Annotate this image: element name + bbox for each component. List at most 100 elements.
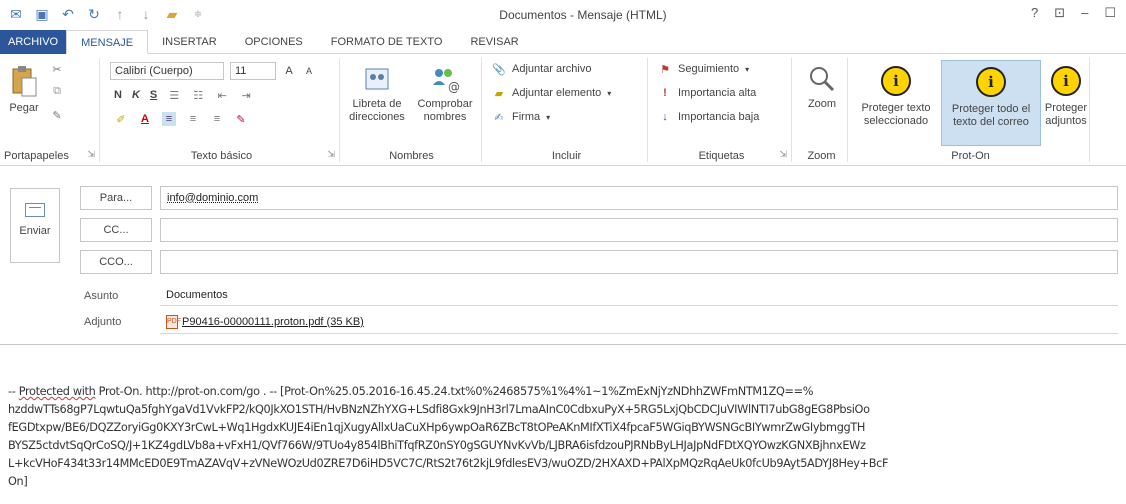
subject-field[interactable]: Documentos [160, 284, 1118, 306]
attach-item-icon: ▰ [494, 87, 504, 100]
address-book-icon [364, 64, 390, 94]
dialog-launcher-icon[interactable]: ⇲ [327, 149, 335, 160]
prot-on-key-icon: ℹ [974, 65, 1008, 99]
bcc-field[interactable] [160, 250, 1118, 274]
tab-formato-de-texto[interactable]: FORMATO DE TEXTO [317, 30, 457, 54]
group-portapapeles: Pegar ✂ ⧉ ✎ Portapapeles ⇲ [0, 58, 100, 162]
to-button[interactable]: Para... [80, 186, 152, 210]
address-book-button[interactable]: Libreta de direcciones [344, 64, 410, 124]
low-importance-button[interactable]: ↓ Importancia baja [658, 110, 759, 124]
group-label-zoom: Zoom [807, 150, 836, 162]
cc-field[interactable] [160, 218, 1118, 242]
attach-item-button[interactable]: ▰ Adjuntar elemento ▾ [492, 86, 612, 100]
signature-label: Firma [512, 111, 541, 123]
paperclip-icon: 📎 [492, 63, 506, 76]
group-label-nombres: Nombres [389, 150, 434, 162]
tab-revisar[interactable]: REVISAR [456, 30, 532, 54]
etiquetas-label: Etiquetas [698, 150, 745, 162]
group-label-texto-basico: Texto básico ⇲ [104, 149, 339, 162]
chevron-down-icon: ▾ [745, 64, 750, 74]
ribbon-display-button[interactable]: ⊡ [1054, 5, 1065, 21]
attachment-field: PDF P90416-00000111.proton.pdf (35 KB) [160, 310, 1118, 334]
exclamation-icon: ! [663, 87, 667, 99]
font-row: Calibri (Cuerpo) 11 A A [110, 62, 316, 80]
align-center-icon[interactable]: ≡ [186, 112, 200, 126]
to-recipient[interactable]: info@dominio.com [167, 192, 258, 204]
font-color-icon[interactable]: A [138, 112, 152, 126]
bcc-button[interactable]: CCO... [80, 250, 152, 274]
format-painter-icon[interactable]: ✎ [50, 108, 64, 122]
maximize-button[interactable]: ☐ [1104, 5, 1116, 21]
signature-icon: ✍ [494, 111, 504, 124]
pdf-icon: PDF [166, 314, 181, 329]
chevron-down-icon: ▾ [546, 112, 551, 122]
shrink-font-icon[interactable]: A [302, 64, 316, 78]
attach-file-button[interactable]: 📎 Adjuntar archivo [492, 62, 591, 76]
signature-button[interactable]: ✍ Firma ▾ [492, 110, 550, 124]
address-book-label: Libreta de direcciones [349, 98, 405, 123]
protect-selected-text-label: Proteger texto seleccionado [861, 102, 931, 127]
ribbon-tabs: ARCHIVO MENSAJE INSERTAR OPCIONES FORMAT… [0, 30, 1126, 54]
cc-button[interactable]: CC... [80, 218, 152, 242]
body-line-3: fEGDtxpw/BE6/DQZZoryiGg0KXY3rCwL+Wq1Hgdx… [8, 421, 866, 434]
italic-button[interactable]: K [132, 89, 140, 101]
tab-archivo[interactable]: ARCHIVO [0, 30, 67, 54]
copy-icon[interactable]: ⧉ [50, 84, 64, 98]
tab-insertar[interactable]: INSERTAR [148, 30, 231, 54]
dialog-launcher-icon[interactable]: ⇲ [779, 149, 787, 160]
protect-all-text-button[interactable]: ℹ Proteger todo el texto del correo [941, 60, 1041, 146]
font-family-select[interactable]: Calibri (Cuerpo) [110, 62, 224, 80]
prot-on-key-icon: ℹ [1049, 64, 1083, 98]
svg-text:@: @ [448, 80, 460, 93]
group-etiquetas: ⚑ Seguimiento ▾ ! Importancia alta ↓ Imp… [652, 58, 792, 162]
flag-icon: ⚑ [660, 63, 670, 76]
message-body[interactable]: -- Protected with Prot-On. http://prot-o… [8, 383, 1120, 491]
group-zoom: Zoom Zoom [796, 58, 848, 162]
to-field[interactable]: info@dominio.com [160, 186, 1118, 210]
window-title: Documentos - Mensaje (HTML) [499, 8, 667, 22]
ribbon: Pegar ✂ ⧉ ✎ Portapapeles ⇲ Calibri (Cuer… [0, 54, 1126, 166]
zoom-button[interactable]: Zoom [800, 64, 844, 111]
compose-header: Enviar Para... info@dominio.com CC... CC… [0, 176, 1126, 338]
protect-attachments-button[interactable]: ℹ Proteger adjuntos [1042, 60, 1090, 128]
underline-button[interactable]: S [150, 89, 157, 101]
minimize-button[interactable]: – [1081, 5, 1088, 21]
clipboard-icon [10, 64, 38, 98]
body-line-1-prefix: -- [8, 385, 19, 398]
zoom-label: Zoom [807, 98, 837, 110]
dialog-launcher-icon[interactable]: ⇲ [87, 149, 95, 160]
grow-font-icon[interactable]: A [282, 64, 296, 78]
align-left-icon[interactable]: ≡ [162, 112, 176, 126]
body-line-5: L+kcVHoF434t33r14MMcED0E9TmAZAVqV+zVNeWO… [8, 457, 889, 470]
clear-format-icon[interactable]: ✎ [234, 112, 248, 126]
attachment-file[interactable]: P90416-00000111.proton.pdf (35 KB) [182, 310, 364, 334]
style-row: N K S ☰ ☷ ⇤ ⇥ [114, 88, 253, 102]
align-right-icon[interactable]: ≡ [210, 112, 224, 126]
font-size-select[interactable]: 11 [230, 62, 276, 80]
down-arrow-icon: ↓ [662, 111, 668, 123]
chevron-down-icon: ▾ [607, 88, 612, 98]
bold-button[interactable]: N [114, 89, 122, 101]
follow-up-button[interactable]: ⚑ Seguimiento ▾ [658, 62, 749, 76]
attach-item-label: Adjuntar elemento [512, 87, 602, 99]
body-line-4: BYSZ5ctdvtSqQrCoSQ/J+1KZ4gdLVb8a+vFxH1/Q… [8, 439, 866, 452]
cut-icon[interactable]: ✂ [50, 62, 64, 76]
protect-selected-text-button[interactable]: ℹ Proteger texto seleccionado [852, 60, 940, 128]
tab-mensaje[interactable]: MENSAJE [66, 30, 149, 54]
increase-indent-icon[interactable]: ⇥ [239, 88, 253, 102]
highlight-icon[interactable]: ✐ [114, 112, 128, 126]
body-divider [0, 344, 1126, 345]
high-importance-button[interactable]: ! Importancia alta [658, 86, 756, 100]
check-names-button[interactable]: @ Comprobar nombres [412, 64, 478, 124]
help-button[interactable]: ? [1031, 5, 1038, 21]
bullets-icon[interactable]: ☰ [167, 88, 181, 102]
low-importance-label: Importancia baja [678, 111, 760, 123]
numbering-icon[interactable]: ☷ [191, 88, 205, 102]
tab-opciones[interactable]: OPCIONES [231, 30, 317, 54]
body-line-1: -- Protected with Prot-On. http://prot-o… [8, 383, 1120, 401]
paste-button[interactable]: Pegar [4, 64, 44, 115]
send-button[interactable]: Enviar [10, 188, 60, 263]
decrease-indent-icon[interactable]: ⇤ [215, 88, 229, 102]
spellcheck-marked-text: Protected with [18, 385, 96, 398]
group-incluir: 📎 Adjuntar archivo ▰ Adjuntar elemento ▾… [486, 58, 648, 162]
